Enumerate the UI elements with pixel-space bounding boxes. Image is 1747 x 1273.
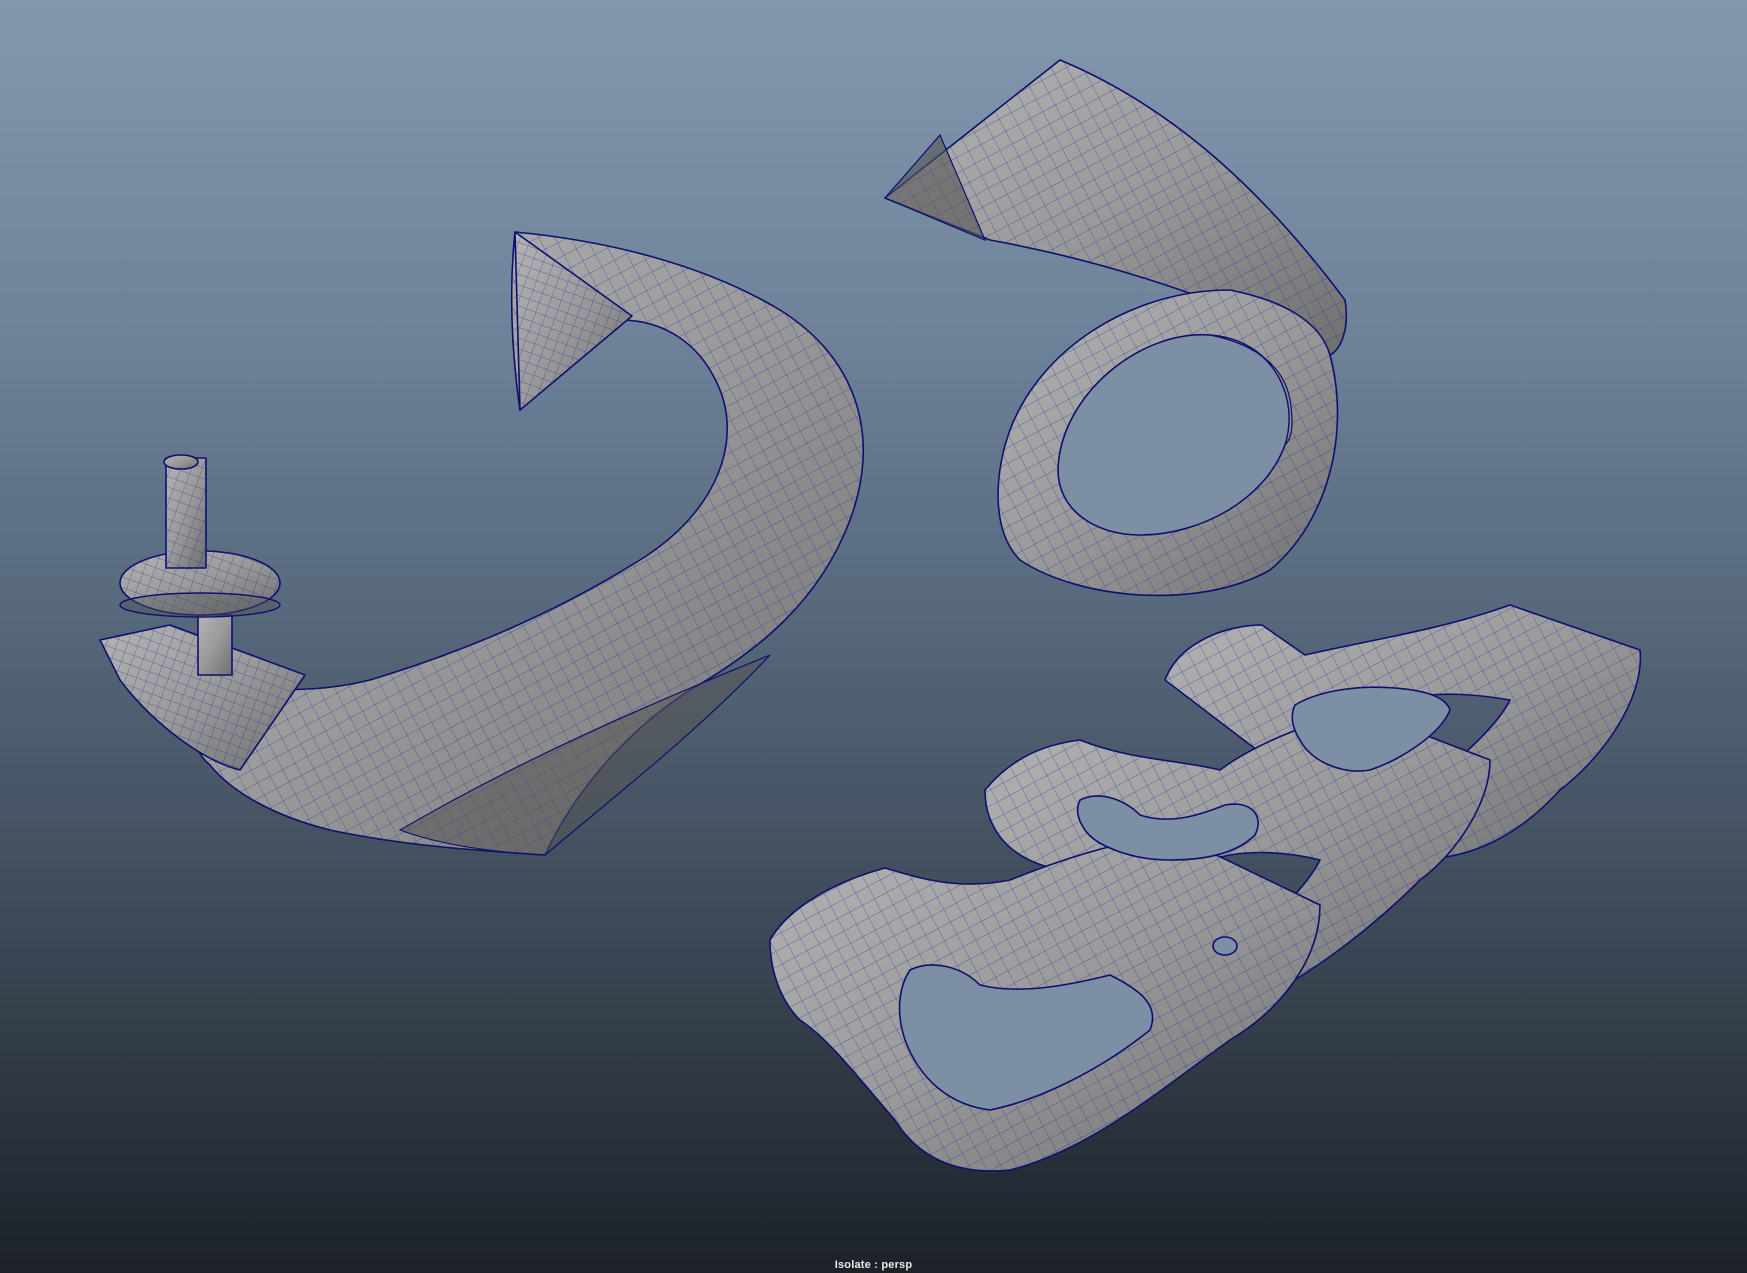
hook-earring-mesh[interactable]: [99, 231, 865, 856]
scene-canvas[interactable]: [0, 0, 1747, 1273]
maya-persp-viewport[interactable]: Isolate : persp: [0, 0, 1747, 1273]
isolate-camera-label: Isolate : persp: [834, 1259, 913, 1271]
spike-ring-mesh[interactable]: [884, 59, 1348, 597]
chain-links-mesh[interactable]: [769, 604, 1642, 1172]
